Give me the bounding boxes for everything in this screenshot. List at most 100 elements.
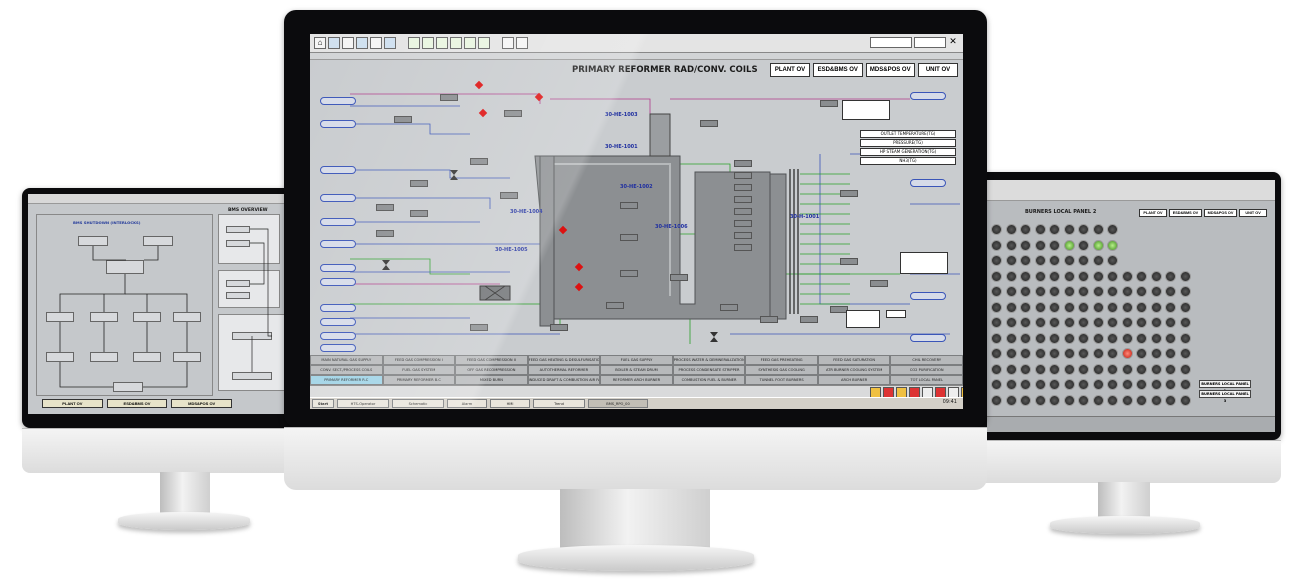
stream-pill[interactable]: [320, 194, 356, 202]
burner-gauge[interactable]: [1179, 317, 1191, 328]
burner-gauge[interactable]: [1005, 255, 1017, 266]
burner-gauge[interactable]: [1034, 286, 1046, 297]
instrument-tag[interactable]: [670, 274, 688, 281]
burner-gauge[interactable]: [1179, 379, 1191, 390]
burner-gauge[interactable]: [1136, 394, 1147, 406]
burner-gauge[interactable]: [1092, 363, 1104, 375]
burner-gauge[interactable]: [1049, 332, 1060, 344]
stream-pill[interactable]: [320, 304, 356, 312]
burner-gauge[interactable]: [1005, 270, 1017, 282]
instrument-tag[interactable]: [376, 230, 394, 237]
taskbar-item[interactable]: Schematic: [392, 399, 444, 408]
instrument-tag[interactable]: [870, 280, 888, 287]
burner-gauge[interactable]: [1092, 317, 1104, 328]
control-valve-icon[interactable]: [710, 332, 720, 346]
burner-gauge[interactable]: [1165, 332, 1176, 344]
burner-gauge[interactable]: [1034, 394, 1046, 406]
taskbar-item[interactable]: HMI: [490, 399, 530, 408]
area-nav-button[interactable]: FEED GAS SATURATION: [817, 355, 891, 365]
instrument-tag[interactable]: [700, 120, 718, 127]
burner-gauge[interactable]: [1005, 301, 1017, 313]
area-nav-button[interactable]: MAIN NATURAL GAS SUPPLY: [310, 355, 383, 365]
burner-gauge[interactable]: [1049, 286, 1060, 297]
control-valve-icon[interactable]: [450, 170, 460, 184]
burner-gauge[interactable]: [1034, 301, 1046, 313]
arrow-icon[interactable]: [450, 37, 462, 49]
burner-gauge[interactable]: [1020, 394, 1031, 406]
instrument-tag[interactable]: [470, 324, 488, 331]
burner-gauge[interactable]: [1136, 286, 1147, 297]
burner-gauge[interactable]: [991, 239, 1002, 251]
burner-gauge[interactable]: [1107, 224, 1118, 235]
burner-gauge[interactable]: [1020, 317, 1031, 328]
burner-gauge[interactable]: [1078, 363, 1089, 375]
burner-gauge[interactable]: [1034, 224, 1046, 235]
burner-gauge[interactable]: [991, 379, 1002, 390]
area-nav-button[interactable]: TOT LOCAL PANEL: [890, 375, 963, 385]
instrument-tag[interactable]: [394, 116, 412, 123]
burner-gauge[interactable]: [1107, 255, 1118, 266]
burner-gauge[interactable]: [991, 332, 1002, 344]
burner-gauge[interactable]: [1107, 379, 1118, 390]
burner-gauge[interactable]: [1078, 379, 1089, 390]
burner-gauge[interactable]: [1020, 379, 1031, 390]
burner-gauge[interactable]: [1034, 379, 1046, 390]
instrument-tag[interactable]: [376, 204, 394, 211]
burner-gauge[interactable]: [1034, 255, 1046, 266]
burner-gauge[interactable]: [1034, 363, 1046, 375]
burner-gauge[interactable]: [1063, 239, 1075, 251]
burner-gauge[interactable]: [1063, 332, 1075, 344]
stream-pill[interactable]: [320, 278, 356, 286]
burner-gauge[interactable]: [991, 363, 1002, 375]
burner-gauge[interactable]: [1005, 286, 1017, 297]
stream-pill[interactable]: [320, 97, 356, 105]
burner-gauge[interactable]: [1179, 286, 1191, 297]
burner-gauge[interactable]: [1092, 301, 1104, 313]
burner-gauge[interactable]: [1049, 317, 1060, 328]
burner-gauge[interactable]: [1150, 317, 1162, 328]
area-nav-button[interactable]: SYNTHESIS GAS COOLING: [745, 365, 818, 375]
instrument-tag[interactable]: [550, 324, 568, 331]
burner-gauge[interactable]: [1049, 255, 1060, 266]
stream-pill[interactable]: [320, 332, 356, 340]
stream-pill[interactable]: [910, 334, 946, 342]
instrument-tag[interactable]: [504, 110, 522, 117]
burner-gauge[interactable]: [1020, 332, 1031, 344]
area-nav-button[interactable]: PROCESS WATER & DEMINERALIZATION: [672, 355, 746, 365]
area-nav-button[interactable]: FEED GAS COMPRESSION II: [455, 355, 528, 365]
capacity-module-box[interactable]: [846, 310, 880, 328]
instrument-tag[interactable]: [410, 210, 428, 217]
mds-pos-ov-button[interactable]: MDS&POS OV: [1204, 209, 1238, 217]
burner-gauge[interactable]: [1063, 286, 1075, 297]
mds-pos-ov-button[interactable]: MDS&POS OV: [171, 399, 233, 408]
burner-gauge[interactable]: [1136, 332, 1147, 344]
burner-gauge[interactable]: [1063, 379, 1075, 390]
arrow-icon[interactable]: [478, 37, 490, 49]
instrument-tag[interactable]: [760, 316, 778, 323]
burner-gauge[interactable]: [1063, 348, 1075, 359]
burner-gauge[interactable]: [1005, 394, 1017, 406]
burner-gauge[interactable]: [1165, 348, 1176, 359]
instrument-tag[interactable]: [800, 316, 818, 323]
burner-gauge[interactable]: [991, 255, 1002, 266]
instrument-tag[interactable]: [840, 190, 858, 197]
burner-gauge[interactable]: [1020, 363, 1031, 375]
burner-gauge[interactable]: [1020, 270, 1031, 282]
burner-gauge[interactable]: [1150, 270, 1162, 282]
pin-icon[interactable]: ✕: [948, 36, 958, 47]
burner-gauge[interactable]: [1121, 270, 1133, 282]
area-nav-button[interactable]: PRIMARY REFORMER R.C: [310, 375, 383, 385]
control-valve-icon[interactable]: [382, 260, 392, 274]
burner-gauge[interactable]: [1121, 301, 1133, 313]
burner-gauge[interactable]: [1179, 270, 1191, 282]
burner-gauge[interactable]: [1165, 286, 1176, 297]
instrument-tag[interactable]: [606, 302, 624, 309]
mode-select[interactable]: [914, 37, 946, 48]
hp-steam-box[interactable]: HP STEAM GENERATION(TG): [860, 148, 956, 156]
instrument-tag[interactable]: [734, 160, 752, 167]
burner-gauge[interactable]: [1165, 379, 1176, 390]
burner-gauge[interactable]: [1165, 363, 1176, 375]
burner-gauge[interactable]: [1136, 317, 1147, 328]
burner-gauge[interactable]: [1020, 239, 1031, 251]
burner-gauge[interactable]: [1063, 317, 1075, 328]
